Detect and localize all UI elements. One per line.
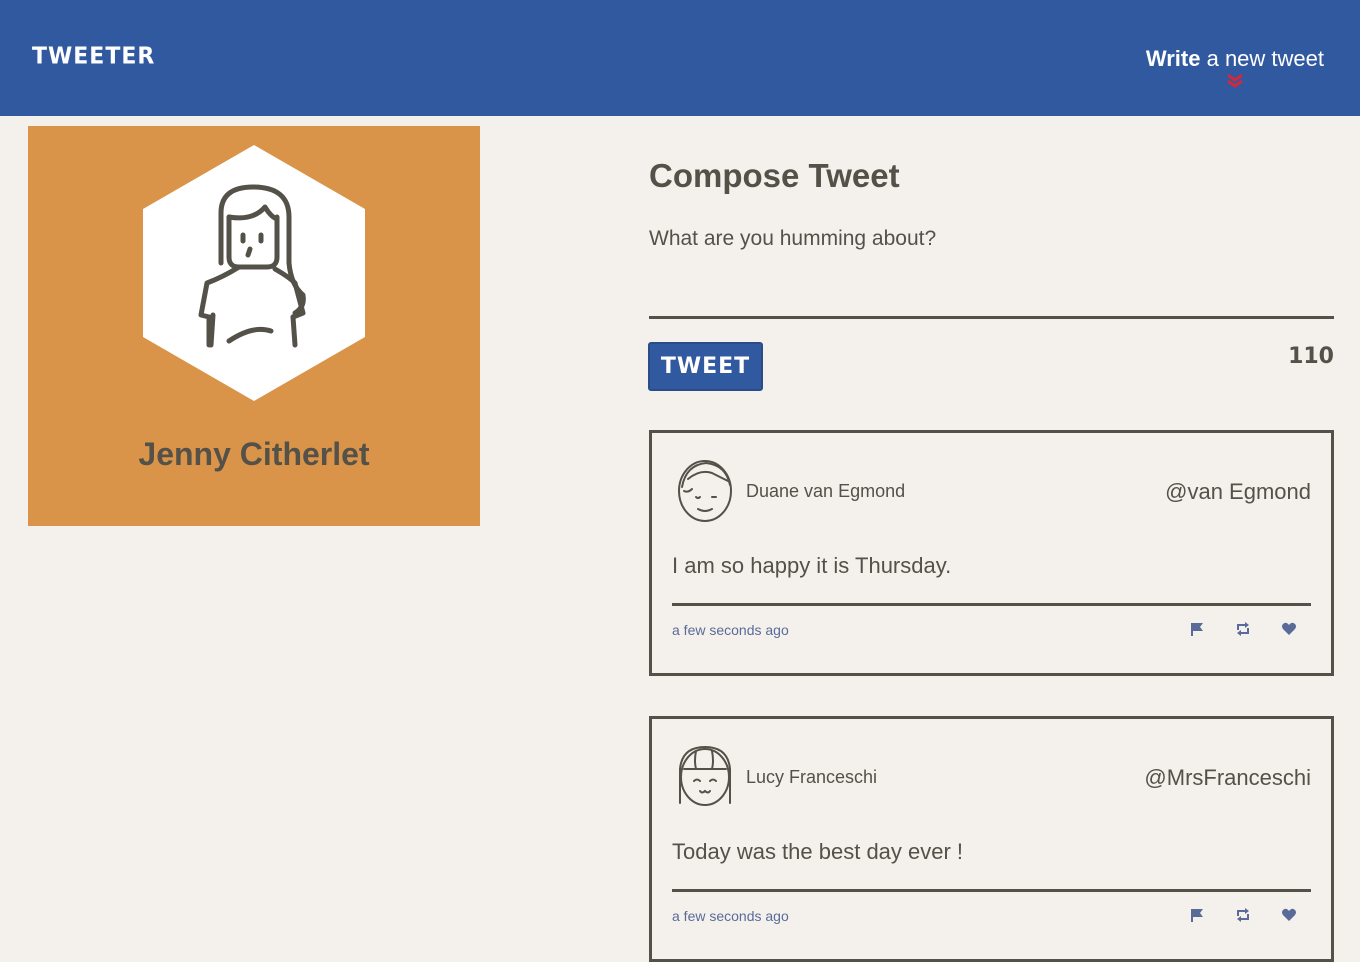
- tweet-card: Lucy Franceschi @MrsFranceschi Today was…: [649, 716, 1334, 962]
- tweet-button[interactable]: TWEET: [648, 342, 763, 391]
- compose-title: Compose Tweet: [649, 157, 900, 194]
- tweet-timestamp: a few seconds ago: [672, 908, 789, 924]
- tweet-card: Duane van Egmond @van Egmond I am so hap…: [649, 430, 1334, 676]
- user-avatar-icon: [679, 745, 731, 806]
- tweet-text: Today was the best day ever !: [672, 839, 964, 864]
- profile-card: Jenny Citherlet: [28, 126, 480, 526]
- profile-avatar: [143, 145, 365, 401]
- tweet-actions: [1189, 907, 1297, 923]
- tweet-author: Duane van Egmond: [746, 481, 906, 501]
- retweet-icon[interactable]: [1235, 907, 1251, 923]
- compose-toggle-bold: Write: [1145, 46, 1201, 71]
- flag-icon[interactable]: [1189, 621, 1205, 637]
- tweet-handle: @MrsFranceschi: [1144, 765, 1311, 790]
- user-avatar-icon: [678, 460, 732, 522]
- tweet-handle: @van Egmond: [1165, 479, 1311, 504]
- tweet-text: I am so happy it is Thursday.: [672, 553, 952, 578]
- heart-icon[interactable]: [1281, 621, 1297, 637]
- tweet-actions: [1189, 621, 1297, 637]
- compose-tweet-input[interactable]: [649, 223, 1334, 319]
- heart-icon[interactable]: [1281, 907, 1297, 923]
- tweet-timestamp: a few seconds ago: [672, 622, 789, 638]
- top-nav: TWEETER Write a new tweet: [0, 0, 1360, 116]
- tweet-divider: [672, 889, 1311, 892]
- character-counter: 110: [1288, 344, 1334, 369]
- retweet-icon[interactable]: [1235, 621, 1251, 637]
- tweet-divider: [672, 603, 1311, 606]
- tweet-author: Lucy Franceschi: [746, 767, 878, 787]
- profile-name: Jenny Citherlet: [138, 436, 370, 472]
- compose-toggle-text: a new tweet: [1200, 46, 1324, 71]
- chevron-down-icon[interactable]: [1224, 74, 1246, 88]
- flag-icon[interactable]: [1189, 907, 1205, 923]
- brand-logo[interactable]: TWEETER: [32, 43, 155, 69]
- write-new-tweet-toggle[interactable]: Write a new tweet: [1146, 46, 1324, 88]
